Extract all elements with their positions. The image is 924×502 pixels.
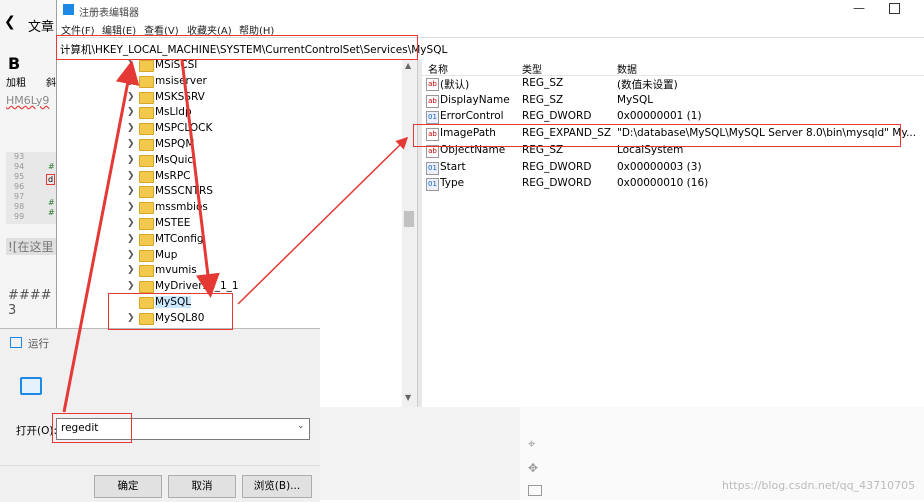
arrow-to-imagepath xyxy=(237,136,409,305)
arrow-to-mysql xyxy=(180,59,220,298)
annotation-arrows xyxy=(62,59,409,413)
arrow-to-address xyxy=(62,60,140,413)
